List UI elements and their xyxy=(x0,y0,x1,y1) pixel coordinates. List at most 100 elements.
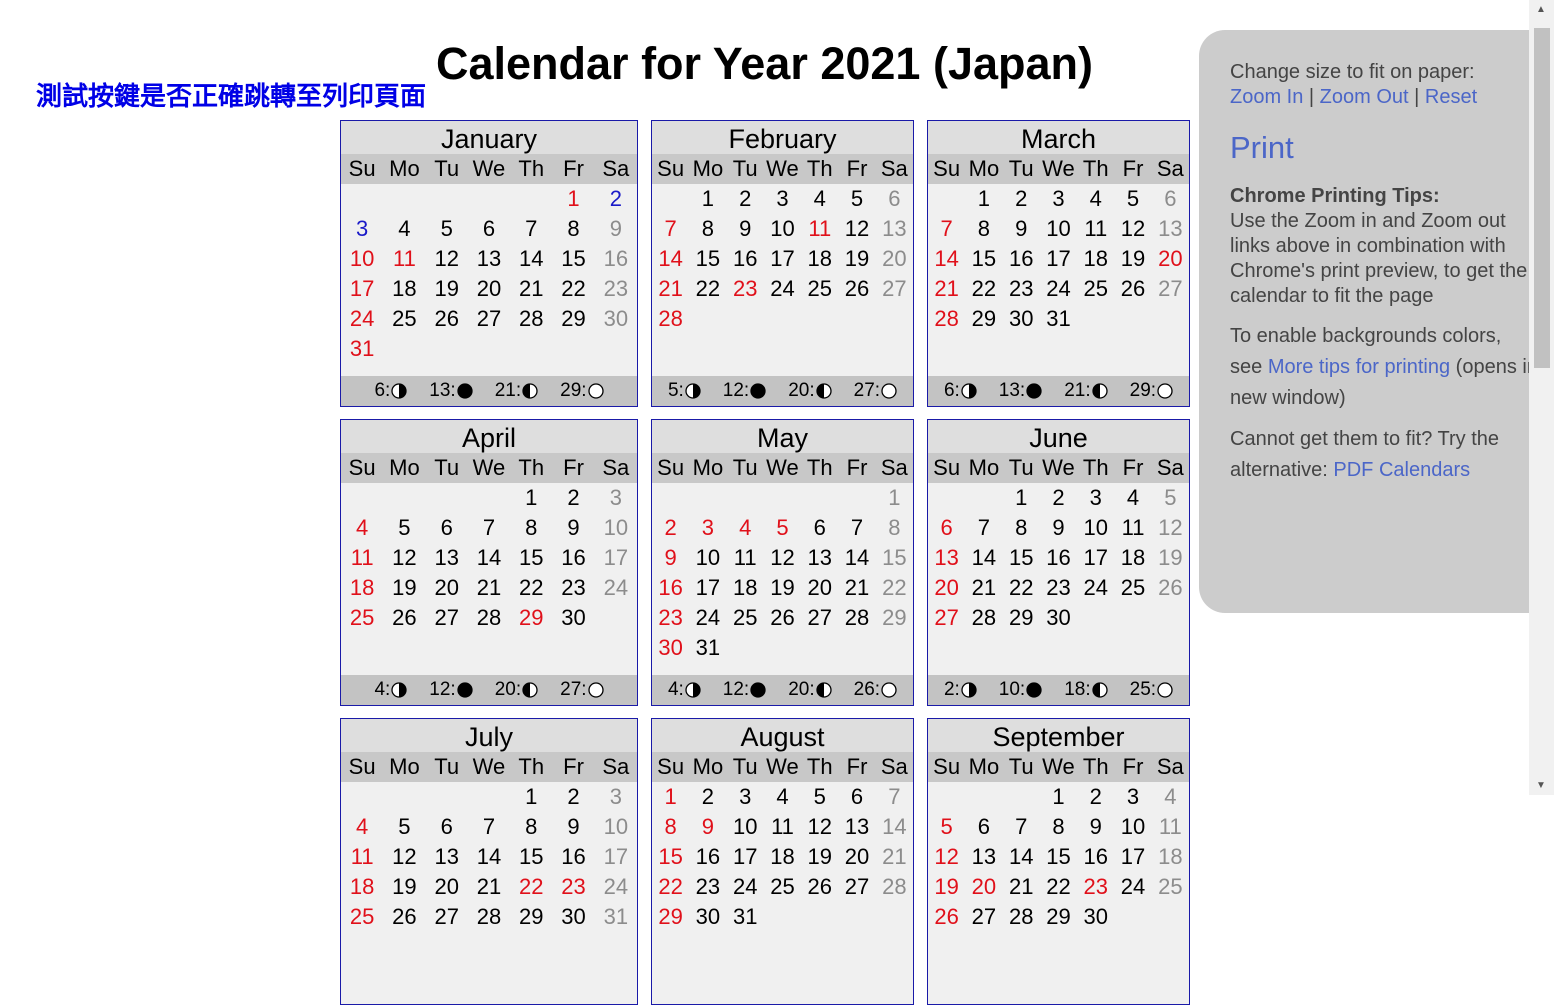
day-cell: 11 xyxy=(350,844,374,869)
day-cell: 1 xyxy=(977,186,991,211)
day-cell: 8 xyxy=(977,216,991,241)
day-cell: 13 xyxy=(1158,216,1183,241)
moon-phase-day: 12: xyxy=(722,380,750,401)
day-cell: 31 xyxy=(732,904,758,929)
moon-phase-day: 21: xyxy=(1064,380,1091,401)
week-row: 1234 xyxy=(928,782,1189,812)
month-name: March xyxy=(928,121,1189,154)
moon-phase-item: 27: xyxy=(854,380,897,402)
moon-phases: 6: 13: 21: 29: xyxy=(341,376,637,406)
reset-link[interactable]: Reset xyxy=(1425,86,1477,108)
day-cell: 8 xyxy=(1052,814,1065,839)
week-row: 22 23 24 25 26 27 28 xyxy=(652,872,913,902)
weekday-label: Th xyxy=(806,156,833,181)
day-grid: 1 2 3 4 5 6 7 8 9 10 11 12 13 14 15 16 17 18 19 20 21 22 23 24 2… xyxy=(341,782,637,972)
week-row: 27 28 29 30 xyxy=(928,603,1189,633)
day-cell: 1 xyxy=(567,186,580,211)
scroll-up-icon[interactable]: ▲ xyxy=(1536,4,1546,15)
pdf-calendars-link[interactable]: PDF Calendars xyxy=(1333,459,1470,481)
weekday-label: Th xyxy=(518,754,545,779)
empty-cell xyxy=(652,483,689,513)
moon-phase-item: 12: xyxy=(723,380,766,402)
day-cell: 11 xyxy=(771,814,794,839)
alternative-tip: Cannot get them to fit? Try the alternat… xyxy=(1230,424,1539,486)
empty-cell xyxy=(838,633,875,663)
weekday-label: We xyxy=(766,455,799,480)
day-cell: 5 xyxy=(813,784,826,809)
day-cell: 29 xyxy=(1008,605,1034,630)
empty-cell xyxy=(764,902,801,932)
day-cell: 9 xyxy=(567,515,580,540)
day-cell: 8 xyxy=(1015,515,1028,540)
moon-phase-day: 21: xyxy=(494,380,522,401)
day-cell: 31 xyxy=(695,635,721,660)
day-cell: 25 xyxy=(1083,276,1108,301)
moon-phases: 6: 13: 21: 29: xyxy=(928,376,1189,406)
empty-cell xyxy=(426,334,468,364)
vertical-scrollbar[interactable]: ▲ ▼ xyxy=(1529,0,1554,795)
day-cell: 1 xyxy=(1052,784,1065,809)
month-name: September xyxy=(928,719,1189,752)
day-grid: 1 2 3 4 5 6 7 8 9 10 11 12 13 14 15 16 17 18 19 20 21 22 23 24 2… xyxy=(341,184,637,374)
print-link[interactable]: Print xyxy=(1230,130,1294,166)
day-cell: 10 xyxy=(603,515,629,540)
scroll-down-icon[interactable]: ▼ xyxy=(1536,780,1546,791)
day-cell: 15 xyxy=(658,844,683,869)
day-cell: 14 xyxy=(658,246,683,271)
day-cell: 29 xyxy=(1046,904,1071,929)
full-moon-icon xyxy=(1157,682,1173,698)
moon-phase-item: 20: xyxy=(788,380,832,402)
zoom-in-link[interactable]: Zoom In xyxy=(1230,86,1303,108)
week-row: 24 25 26 27 28 29 30 xyxy=(341,304,637,334)
week-row: 14 15 16 17 18 19 20 xyxy=(928,244,1189,274)
full-moon-icon xyxy=(1157,383,1173,399)
weekday-label: Sa xyxy=(880,156,908,181)
day-cell: 9 xyxy=(701,814,715,839)
empty-cell xyxy=(764,633,801,663)
empty-cell xyxy=(876,304,913,334)
moon-phase-day: 6: xyxy=(943,380,960,401)
day-grid: 1 2 3 4 5 6 7 8 9 10 11 12 13 14 15 16 17 18 19 20 21 22 23 24 2… xyxy=(652,483,913,673)
day-cell: 12 xyxy=(1158,515,1183,540)
moon-phase-item: 2: xyxy=(944,679,977,701)
day-cell: 16 xyxy=(603,246,629,271)
day-cell: 6 xyxy=(940,515,953,540)
moon-phase-item: 26: xyxy=(854,679,897,701)
weekday-label: Mo xyxy=(389,455,420,480)
weekday-label: Su xyxy=(933,156,961,181)
day-cell: 11 xyxy=(393,246,416,271)
empty-cell xyxy=(595,334,637,364)
day-cell: 19 xyxy=(770,575,795,600)
empty-cell xyxy=(965,782,1002,812)
week-row: 4 5 6 7 8 9 10 xyxy=(341,812,637,842)
weekday-label: Tu xyxy=(1008,156,1034,181)
more-tips-link[interactable]: More tips for printing xyxy=(1268,356,1450,378)
day-cell: 16 xyxy=(1046,545,1071,570)
weekday-label: Th xyxy=(1082,754,1109,779)
day-cell: 18 xyxy=(1083,246,1108,271)
day-cell: 31 xyxy=(349,336,375,361)
moon-phase-day: 20: xyxy=(788,380,815,401)
moon-phase-day: 27: xyxy=(853,380,881,401)
day-cell: 27 xyxy=(476,306,502,331)
new-moon-icon xyxy=(1026,383,1042,399)
weekday-label: Th xyxy=(806,754,833,779)
month-august: August Su Mo Tu We Th Fr Sa 1 2 3 4 5 6 7 8 9 10 11 12 13 14 1… xyxy=(651,718,914,1005)
moon-phase-item: 12: xyxy=(723,679,766,701)
scrollbar-thumb[interactable] xyxy=(1534,28,1550,368)
month-march: March Su Mo Tu We Th Fr Sa 1 2 3 4 5 6 7 8 9 10 11 12 13 14 15… xyxy=(927,120,1190,407)
weekday-header: Su Mo Tu We Th Fr Sa xyxy=(652,453,913,483)
day-cell: 9 xyxy=(609,216,622,241)
last-quarter-moon-icon xyxy=(685,383,701,399)
weekday-label: Su xyxy=(933,754,961,779)
empty-cell xyxy=(838,304,875,334)
day-cell: 3 xyxy=(609,784,622,809)
week-row: 25 26 27 28 29 30 xyxy=(341,603,637,633)
print-test-link[interactable]: 測試按鍵是否正確跳轉至列印頁面 xyxy=(36,80,426,114)
day-cell: 30 xyxy=(695,904,721,929)
weekday-label: Tu xyxy=(1008,455,1034,480)
day-cell: 5 xyxy=(1164,485,1177,510)
day-cell: 26 xyxy=(770,605,795,630)
day-cell: 1 xyxy=(701,186,715,211)
zoom-out-link[interactable]: Zoom Out xyxy=(1320,86,1409,108)
